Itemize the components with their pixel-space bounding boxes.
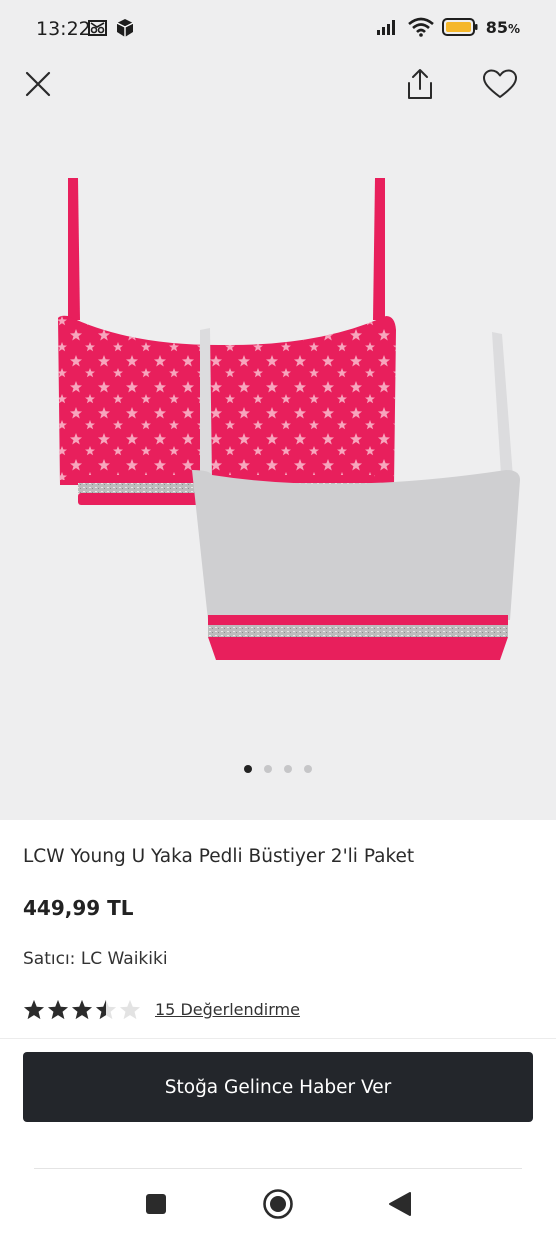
product-rating[interactable]: 15 Değerlendirme [23,999,300,1020]
close-button[interactable] [18,64,58,104]
reviews-link[interactable]: 15 Değerlendirme [155,1000,300,1019]
product-title: LCW Young U Yaka Pedli Büstiyer 2'li Pak… [23,846,415,867]
share-icon [408,69,432,99]
star-half-icon [95,999,117,1020]
star-filled-icon [71,999,93,1020]
status-bar: 13:22 85% [0,0,556,58]
back-triangle-icon [389,1192,411,1216]
gallery-dot[interactable] [244,765,252,773]
star-empty-icon [119,999,141,1020]
star-filled-icon [23,999,45,1020]
status-system-icons: 85% [376,17,520,37]
back-button[interactable] [382,1186,418,1222]
gallery-dot[interactable] [264,765,272,773]
gallery-pagination[interactable] [0,765,556,773]
wifi-icon [407,17,434,37]
home-circle-icon [263,1189,293,1219]
gallery-dot[interactable] [304,765,312,773]
product-image[interactable] [40,170,530,670]
seller-name[interactable]: LC Waikiki [81,949,168,969]
divider [0,1038,556,1039]
product-price: 449,99 TL [23,896,134,920]
battery-percent: 85% [485,17,520,37]
gallery-dot[interactable] [284,765,292,773]
nav-divider [34,1168,522,1169]
notify-when-in-stock-button[interactable]: Stoğa Gelince Haber Ver [23,1052,533,1122]
home-button[interactable] [260,1186,296,1222]
favorite-button[interactable] [480,64,520,104]
star-filled-icon [47,999,69,1020]
seller-label: Satıcı: [23,949,76,969]
heart-icon [483,69,517,98]
status-notification-icons [88,18,134,38]
product-gallery[interactable]: 13:22 85% [0,0,556,820]
gallery-notification-icon [88,20,107,36]
recents-square-icon [146,1194,166,1214]
close-icon [25,71,51,97]
cellular-signal-icon [376,20,395,35]
package-notification-icon [116,19,134,37]
share-button[interactable] [400,64,440,104]
battery-icon [441,18,478,36]
seller-info[interactable]: Satıcı: LC Waikiki [23,949,168,969]
rating-stars [23,999,141,1020]
status-time: 13:22 [36,18,91,40]
recent-apps-button[interactable] [138,1186,174,1222]
system-navigation-bar [0,1172,556,1235]
